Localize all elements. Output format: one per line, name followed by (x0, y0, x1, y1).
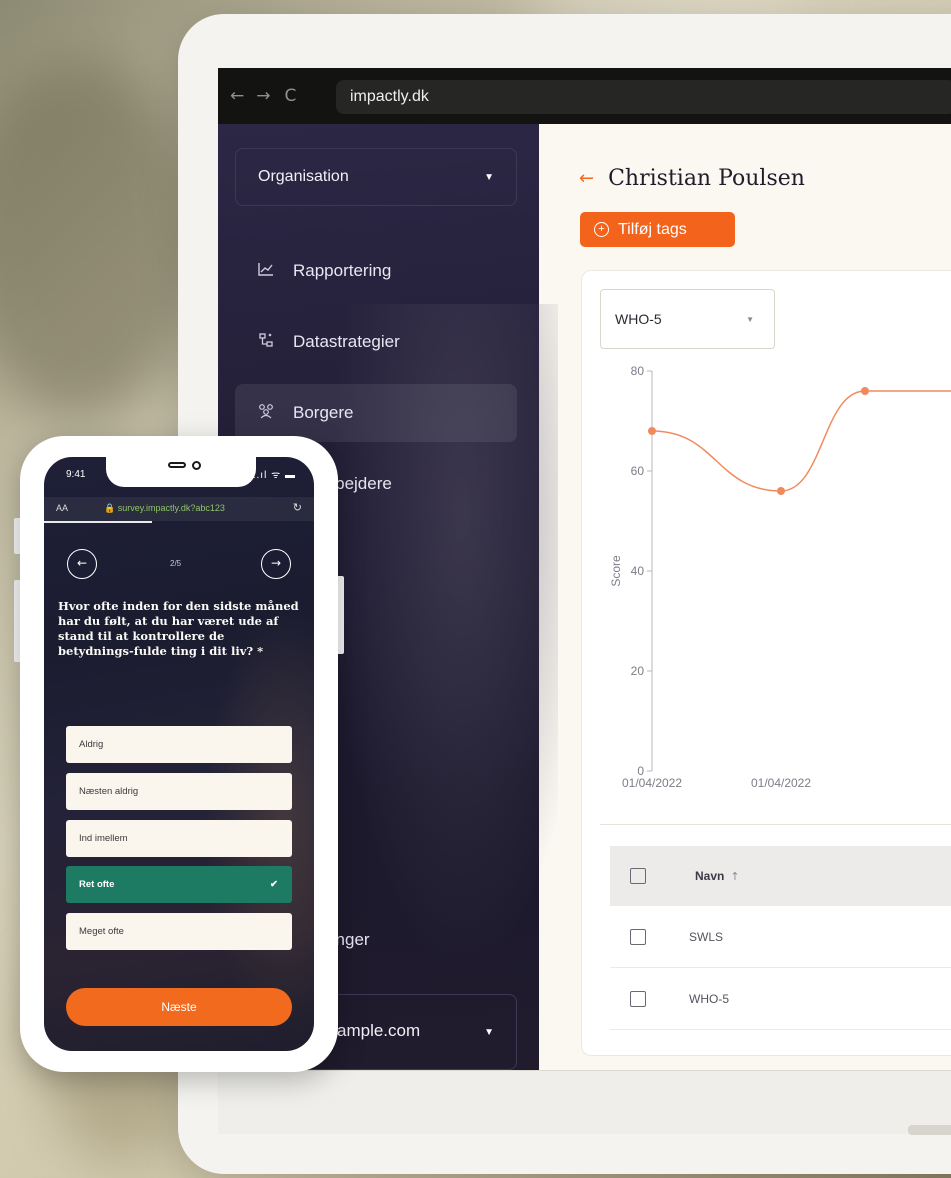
sidebar-item-label: Datastrategier (293, 332, 400, 351)
y-tick-label: 80 (631, 364, 645, 378)
page-title: Christian Poulsen (608, 166, 805, 191)
step-indicator: 2/5 (170, 559, 182, 568)
table-row[interactable]: WHO-5 (610, 968, 951, 1030)
speaker-icon (168, 462, 186, 468)
sidebar-item-borgere[interactable]: Borgere (235, 384, 517, 442)
camera-icon (192, 461, 201, 470)
x-tick-label: 01/04/2022 (751, 776, 811, 790)
data-point[interactable] (861, 387, 869, 395)
table-row[interactable]: SWLS (610, 906, 951, 968)
row-checkbox[interactable] (630, 928, 646, 945)
reload-icon[interactable]: C (285, 86, 297, 106)
browser-toolbar: ← → C impactly.dk (218, 68, 951, 124)
y-tick-label: 60 (631, 464, 645, 478)
laptop-base (218, 1070, 951, 1135)
organisation-select[interactable]: Organisation ▼ (235, 148, 517, 206)
page-header: ← Christian Poulsen (579, 166, 805, 191)
laptop-notch (908, 1125, 951, 1135)
sidebar-item-label: Borgere (293, 403, 354, 422)
check-icon: ✔ (270, 879, 278, 890)
answer-option[interactable]: Meget ofte (66, 913, 292, 950)
reload-icon[interactable]: ↻ (293, 501, 302, 514)
strategy-icon (257, 332, 275, 352)
phone-background-image (204, 607, 314, 1027)
answer-label: Aldrig (79, 739, 104, 750)
main-content: ← Christian Poulsen + Tilføj tags WHO-5 … (539, 124, 951, 1070)
background-foliage (0, 60, 200, 420)
phone-notch (106, 457, 256, 487)
progress-bar (44, 521, 152, 523)
survey-question: Hvor ofte inden for den sidste måned har… (58, 599, 299, 658)
add-tags-button[interactable]: + Tilføj tags (580, 212, 735, 247)
phone-screen: 9:41 ..ıl ᯤ ▬ AA 🔒 survey.impactly.dk?ab… (44, 457, 314, 1051)
signal-wifi-battery-icon: ..ıl ᯤ ▬ (252, 470, 296, 481)
sort-arrow-icon[interactable]: ↑ (730, 870, 739, 883)
caret-down-icon: ▼ (484, 171, 494, 183)
next-button[interactable]: Næste (66, 988, 292, 1026)
y-tick-label: 20 (631, 664, 645, 678)
row-name: WHO-5 (689, 991, 729, 1006)
phone-url: 🔒 survey.impactly.dk?abc123 (104, 503, 225, 513)
back-icon[interactable]: ← (230, 86, 244, 106)
sidebar-item-datastrategier[interactable]: Datastrategier (235, 313, 517, 371)
answer-option[interactable]: Ind imellem (66, 820, 292, 857)
status-time: 9:41 (66, 469, 86, 480)
answer-option[interactable]: Næsten aldrig (66, 773, 292, 810)
text-size-button[interactable]: AA (56, 503, 68, 513)
previous-question-button[interactable]: ← (67, 549, 97, 579)
series-line (651, 390, 951, 492)
x-tick-label: 01/04/2022 (622, 776, 682, 790)
add-tags-label: Tilføj tags (618, 220, 687, 238)
measure-select-value: WHO-5 (615, 311, 662, 327)
answer-label: Ind imellem (79, 833, 128, 844)
arrow-left-icon: ← (76, 556, 88, 570)
phone-frame: 9:41 ..ıl ᯤ ▬ AA 🔒 survey.impactly.dk?ab… (20, 436, 338, 1072)
sidebar-item-label: Rapportering (293, 261, 392, 280)
phone-address-bar[interactable]: AA 🔒 survey.impactly.dk?abc123 ↻ (44, 497, 314, 521)
answer-label: Meget ofte (79, 926, 124, 937)
answer-option-selected[interactable]: Ret ofte ✔ (66, 866, 292, 903)
answer-label: Ret ofte (79, 879, 115, 890)
back-arrow-icon[interactable]: ← (579, 168, 594, 189)
people-icon (257, 403, 275, 423)
address-bar-url: impactly.dk (350, 88, 429, 105)
caret-down-icon: ▼ (484, 1026, 494, 1038)
address-bar[interactable]: impactly.dk (336, 80, 951, 114)
row-name: SWLS (689, 929, 724, 944)
next-question-button[interactable]: → (261, 549, 291, 579)
arrow-right-icon: → (270, 556, 282, 570)
data-point[interactable] (777, 487, 785, 495)
data-point[interactable] (648, 427, 656, 435)
select-all-checkbox[interactable] (630, 868, 646, 884)
score-line-chart: 020406080 Score 01/04/2022 01/04/2022 (609, 364, 951, 790)
divider (600, 824, 951, 825)
y-tick-label: 40 (631, 564, 645, 578)
chart-trend-icon (257, 262, 275, 280)
measure-select[interactable]: WHO-5 ▼ (600, 289, 775, 349)
next-button-label: Næste (161, 1000, 197, 1014)
organisation-select-value: Organisation (258, 168, 349, 185)
column-header-name[interactable]: Navn (695, 869, 724, 883)
answer-option[interactable]: Aldrig (66, 726, 292, 763)
account-email: ample.com (337, 1021, 421, 1040)
answer-label: Næsten aldrig (79, 786, 139, 797)
table-header: Navn ↑ (610, 846, 951, 906)
y-axis-label: Score (609, 555, 623, 587)
measurement-card: WHO-5 ▼ 0 20 40 60 80 Score 01/04/2022 01/04/… (581, 270, 951, 1056)
plus-circle-icon: + (594, 222, 609, 237)
sidebar-item-rapportering[interactable]: Rapportering (235, 242, 517, 300)
row-checkbox[interactable] (630, 990, 646, 1007)
caret-down-icon: ▼ (746, 314, 754, 324)
forward-icon[interactable]: → (256, 86, 270, 106)
